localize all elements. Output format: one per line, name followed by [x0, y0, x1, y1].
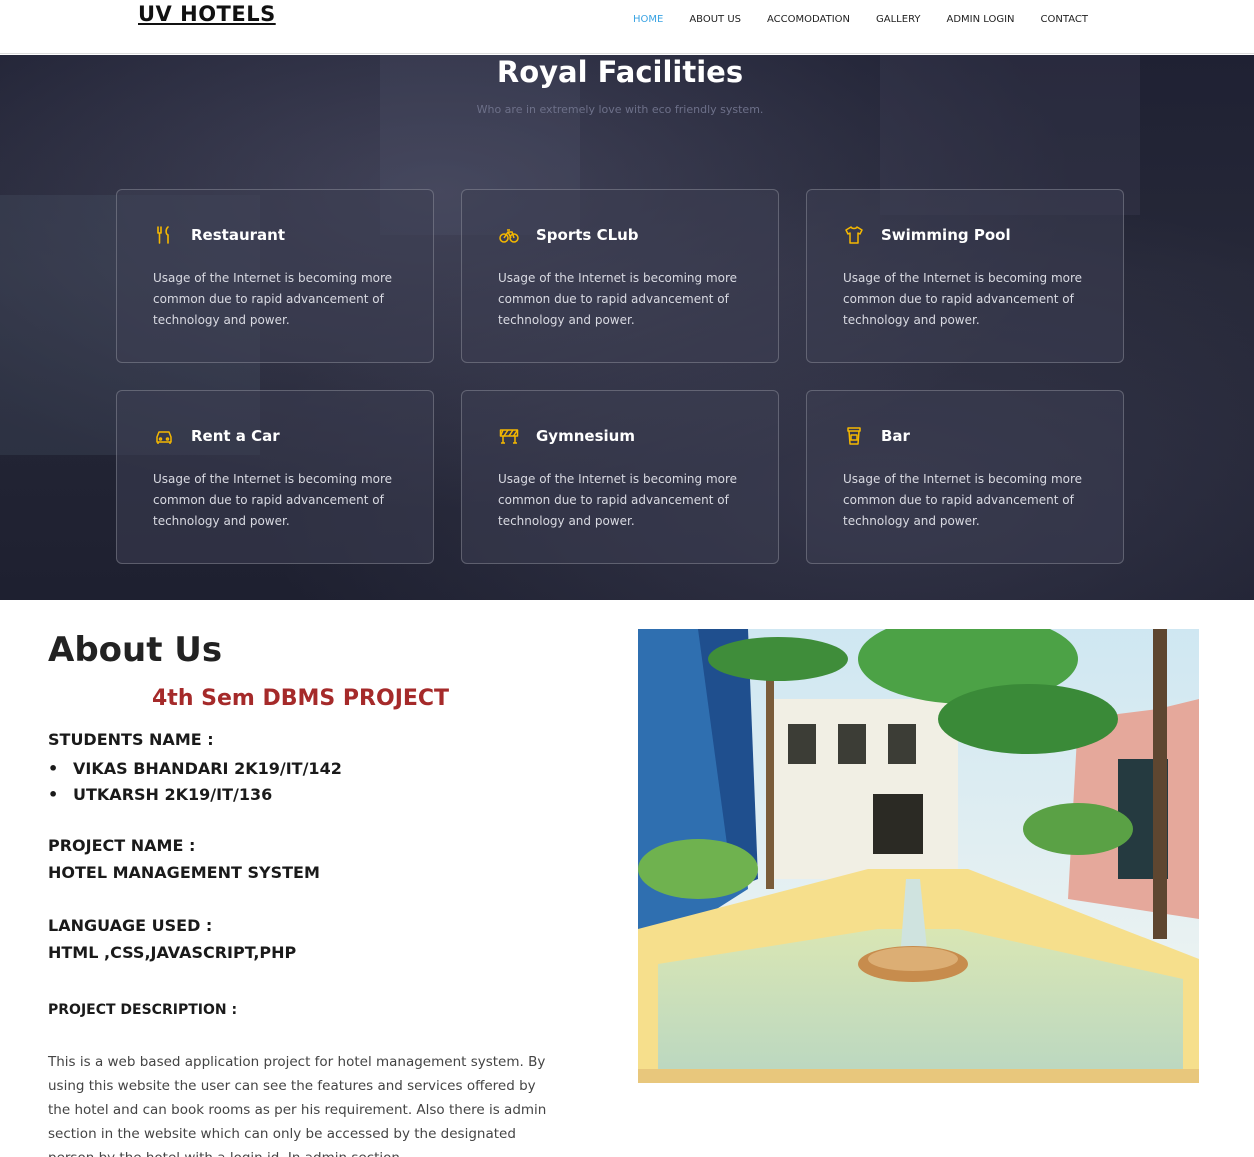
facility-title: Bar — [881, 427, 910, 445]
facility-text: Usage of the Internet is becoming more c… — [153, 472, 393, 528]
nav-contact[interactable]: CONTACT — [1028, 13, 1101, 27]
nav-home[interactable]: HOME — [620, 13, 676, 27]
facility-title: Rent a Car — [191, 427, 280, 445]
project-heading: 4th Sem DBMS PROJECT — [152, 686, 450, 711]
students-label: STUDENTS NAME : — [48, 730, 214, 749]
about-title: About Us — [48, 630, 223, 670]
facility-text: Usage of the Internet is becoming more c… — [843, 472, 1083, 528]
facility-title: Gymnesium — [536, 427, 635, 445]
facilities-title: Royal Facilities — [496, 55, 744, 89]
students-list: VIKAS BHANDARI 2K19/IT/142 UTKARSH 2K19/… — [48, 756, 342, 808]
project-description: This is a web based application project … — [48, 1054, 547, 1157]
main-nav: HOME ABOUT US ACCOMODATION GALLERY ADMIN… — [620, 13, 1101, 27]
facility-card-rent-a-car: Rent a Car Usage of the Internet is beco… — [116, 390, 434, 564]
nav-accomodation[interactable]: ACCOMODATION — [754, 13, 863, 27]
facility-title: Sports CLub — [536, 226, 639, 244]
nav-admin-login[interactable]: ADMIN LOGIN — [933, 13, 1027, 27]
facilities-section: Royal Facilities Who are in extremely lo… — [0, 55, 1254, 600]
project-name-label: PROJECT NAME : — [48, 836, 196, 855]
facility-text: Usage of the Internet is becoming more c… — [498, 271, 738, 327]
construction-icon — [498, 425, 520, 447]
language-label: LANGUAGE USED : — [48, 916, 213, 935]
restaurant-icon — [153, 224, 175, 246]
facility-title: Restaurant — [191, 226, 285, 244]
facility-text: Usage of the Internet is becoming more c… — [843, 271, 1083, 327]
courtyard-photo — [638, 629, 1199, 1083]
facility-card-swimming-pool: Swimming Pool Usage of the Internet is b… — [806, 189, 1124, 363]
site-logo[interactable]: UV HOTELS — [138, 2, 276, 26]
list-item: VIKAS BHANDARI 2K19/IT/142 — [48, 756, 342, 782]
description-label: PROJECT DESCRIPTION : — [48, 1002, 238, 1018]
facility-card-gymnesium: Gymnesium Usage of the Internet is becom… — [461, 390, 779, 564]
facility-text: Usage of the Internet is becoming more c… — [153, 271, 393, 327]
nav-gallery[interactable]: GALLERY — [863, 13, 933, 27]
cup-icon — [843, 425, 865, 447]
facility-text: Usage of the Internet is becoming more c… — [498, 472, 738, 528]
list-item: UTKARSH 2K19/IT/136 — [48, 782, 342, 808]
shirt-icon — [843, 224, 865, 246]
car-icon — [153, 425, 175, 447]
facility-card-bar: Bar Usage of the Internet is becoming mo… — [806, 390, 1124, 564]
facilities-subtitle: Who are in extremely love with eco frien… — [476, 103, 764, 116]
language-value: HTML ,CSS,JAVASCRIPT,PHP — [48, 943, 297, 962]
site-header: UV HOTELS HOME ABOUT US ACCOMODATION GAL… — [0, 0, 1254, 54]
bicycle-icon — [498, 224, 520, 246]
facility-card-sports-club: Sports CLub Usage of the Internet is bec… — [461, 189, 779, 363]
facility-title: Swimming Pool — [881, 226, 1011, 244]
nav-about-us[interactable]: ABOUT US — [676, 13, 754, 27]
facility-card-restaurant: Restaurant Usage of the Internet is beco… — [116, 189, 434, 363]
project-name-value: HOTEL MANAGEMENT SYSTEM — [48, 863, 320, 882]
